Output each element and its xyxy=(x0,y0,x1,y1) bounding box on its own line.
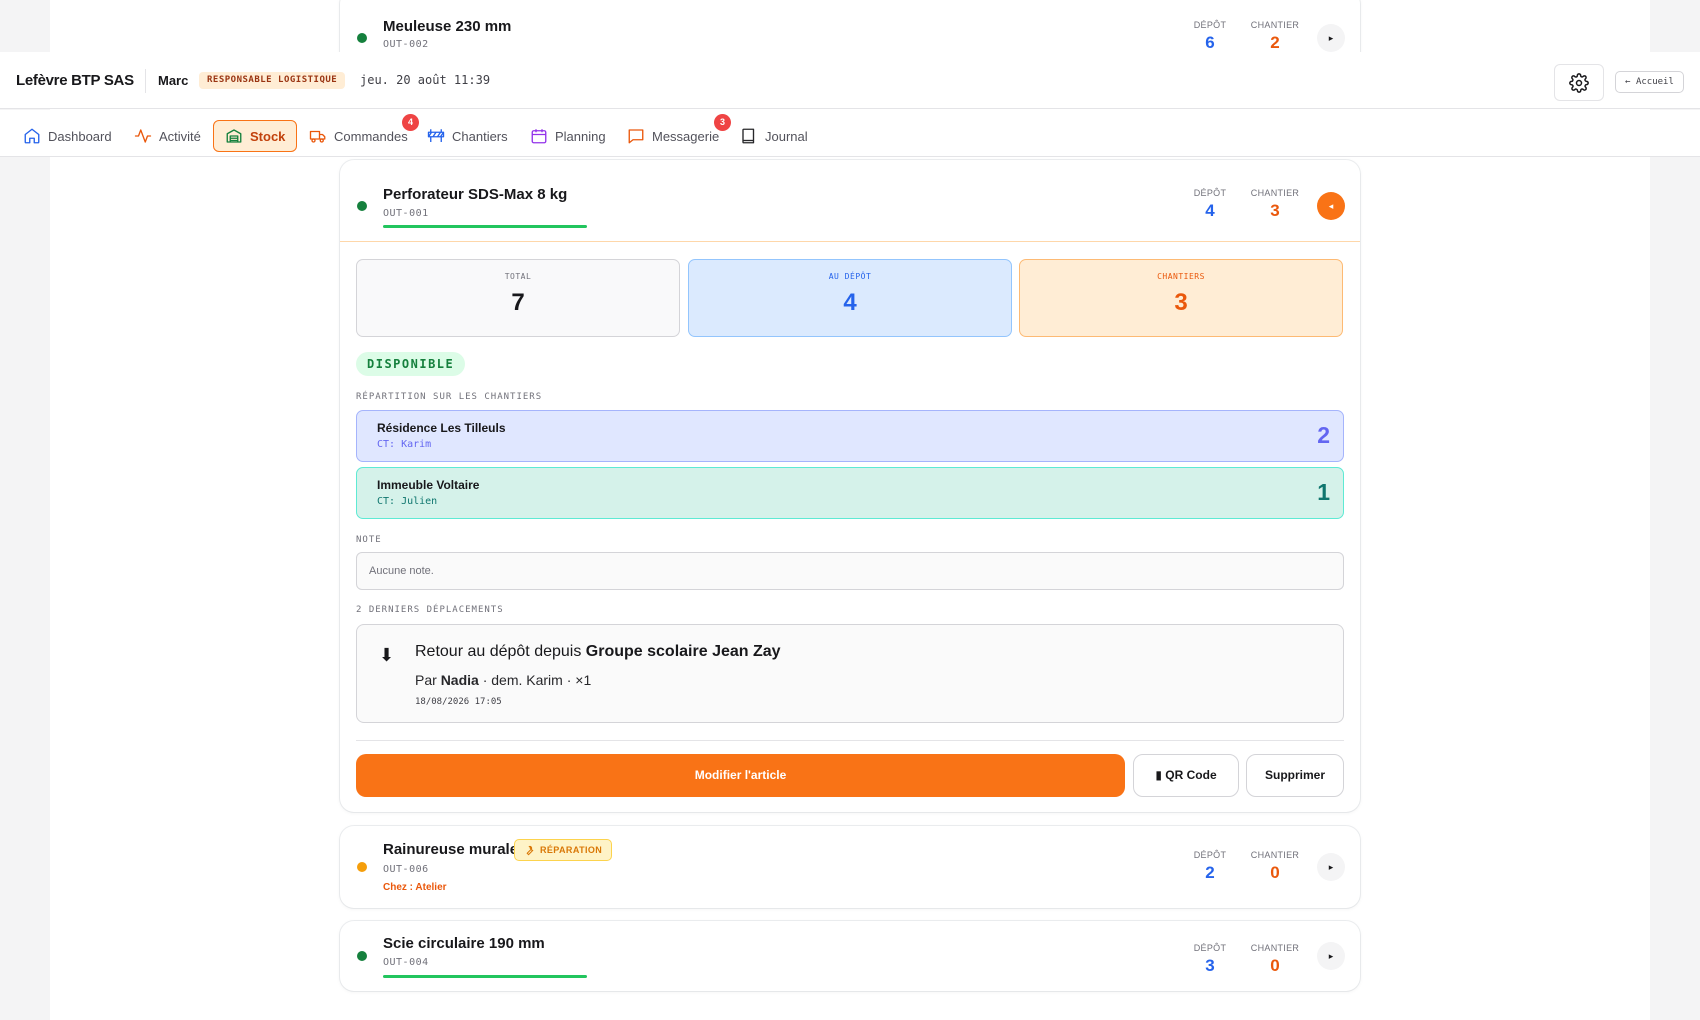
repair-badge: RÉPARATION xyxy=(514,839,613,861)
site-row[interactable]: Immeuble Voltaire CT: Julien 1 xyxy=(356,467,1344,519)
barrier-icon xyxy=(427,129,445,142)
play-icon: ▸ xyxy=(1328,861,1334,872)
arrow-down-icon: ⬇ xyxy=(379,645,395,665)
tab-chantiers[interactable]: Chantiers xyxy=(421,120,514,152)
divider xyxy=(145,69,146,93)
collapse-button[interactable]: ◂ xyxy=(1317,192,1345,220)
chantier-stat: CHANTIER 0 xyxy=(1250,943,1300,975)
movement-title: Retour au dépôt depuis Groupe scolaire J… xyxy=(415,643,781,660)
tab-activite[interactable]: Activité xyxy=(128,120,207,152)
depot-stat: DÉPÔT 6 xyxy=(1193,20,1227,52)
activity-icon xyxy=(134,129,152,143)
moves-heading: 2 DERNIERS DÉPLACEMENTS xyxy=(356,605,504,615)
divider xyxy=(356,740,1344,741)
warehouse-icon xyxy=(226,129,242,143)
item-name: Scie circulaire 190 mm xyxy=(383,935,545,952)
site-name: Immeuble Voltaire xyxy=(377,478,480,492)
kpi-chantiers: CHANTIERS 3 xyxy=(1019,259,1343,337)
item-name: Perforateur SDS-Max 8 kg xyxy=(383,186,568,203)
user-name: Marc xyxy=(158,73,189,88)
book-icon xyxy=(742,128,755,144)
edit-item-button[interactable]: Modifier l'article xyxy=(356,754,1125,797)
tab-planning[interactable]: Planning xyxy=(524,120,612,152)
home-button[interactable]: ← Accueil xyxy=(1615,71,1684,93)
depot-stat: DÉPÔT 2 xyxy=(1193,850,1227,882)
current-datetime: jeu. 20 août 11:39 xyxy=(360,73,491,87)
phone-icon: ▮ xyxy=(1155,768,1162,782)
availability-bar xyxy=(383,975,587,978)
item-location: Chez : Atelier xyxy=(383,882,447,893)
main-nav: Dashboard Activité Stock Commandes Chant… xyxy=(0,110,1700,157)
item-name: Meuleuse 230 mm xyxy=(383,18,512,35)
expand-button[interactable]: ▸ xyxy=(1317,853,1345,881)
delete-button[interactable]: Supprimer xyxy=(1246,754,1344,797)
expand-button[interactable]: ▸ xyxy=(1317,942,1345,970)
item-name: Rainureuse murale xyxy=(383,841,519,858)
company-name: Lefèvre BTP SAS xyxy=(16,72,134,89)
tab-commandes[interactable]: Commandes xyxy=(303,120,414,152)
depot-stat: DÉPÔT 3 xyxy=(1193,943,1227,975)
qr-code-button[interactable]: ▮ QR Code xyxy=(1133,754,1239,797)
depot-stat: DÉPÔT 4 xyxy=(1193,188,1227,220)
message-icon xyxy=(628,129,644,144)
tab-stock[interactable]: Stock xyxy=(213,120,298,152)
wrench-icon xyxy=(526,845,534,855)
caret-left-icon: ◂ xyxy=(1328,200,1334,211)
status-dot xyxy=(357,33,367,43)
tab-journal[interactable]: Journal xyxy=(734,120,814,152)
movement-date: 18/08/2026 17:05 xyxy=(415,697,502,707)
item-ref: OUT-001 xyxy=(383,208,429,219)
repartition-heading: RÉPARTITION SUR LES CHANTIERS xyxy=(356,392,543,402)
status-badge: DISPONIBLE xyxy=(356,352,466,376)
item-ref: OUT-006 xyxy=(383,864,429,875)
expand-button[interactable]: ▸ xyxy=(1317,24,1345,52)
calendar-icon xyxy=(531,129,547,144)
chantier-stat: CHANTIER 2 xyxy=(1250,20,1300,52)
commandes-count-badge: 4 xyxy=(402,114,419,131)
movement-by: Par Nadia · dem. Karim · ×1 xyxy=(415,672,592,688)
settings-button[interactable] xyxy=(1554,64,1604,101)
site-row[interactable]: Résidence Les Tilleuls CT: Karim 2 xyxy=(356,410,1344,462)
item-ref: OUT-002 xyxy=(383,39,429,50)
card-divider xyxy=(340,241,1360,242)
app-header: Lefèvre BTP SAS Marc RESPONSABLE LOGISTI… xyxy=(0,52,1700,109)
site-ct: CT: Karim xyxy=(377,439,432,450)
site-name: Résidence Les Tilleuls xyxy=(377,421,506,435)
item-ref: OUT-004 xyxy=(383,957,429,968)
note-heading: NOTE xyxy=(356,535,382,545)
kpi-depot: AU DÉPÔT 4 xyxy=(688,259,1012,337)
movement-entry: ⬇ Retour au dépôt depuis Groupe scolaire… xyxy=(356,624,1344,723)
play-icon: ▸ xyxy=(1328,32,1334,43)
play-icon: ▸ xyxy=(1328,950,1334,961)
availability-bar xyxy=(383,225,587,228)
status-dot xyxy=(357,951,367,961)
home-icon xyxy=(24,128,40,144)
site-count: 2 xyxy=(1317,422,1330,448)
gear-icon xyxy=(1569,72,1589,93)
truck-icon xyxy=(309,130,326,143)
status-dot xyxy=(357,201,367,211)
stock-item-card[interactable]: Scie circulaire 190 mm OUT-004 DÉPÔT 3 C… xyxy=(340,921,1360,991)
tab-dashboard[interactable]: Dashboard xyxy=(17,120,118,152)
chantier-stat: CHANTIER 3 xyxy=(1250,188,1300,220)
note-field[interactable]: Aucune note. xyxy=(356,552,1344,590)
site-count: 1 xyxy=(1317,479,1330,505)
kpi-total: TOTAL 7 xyxy=(356,259,680,337)
stock-item-card[interactable]: Rainureuse murale OUT-006 DÉPÔT 2 CHANTI… xyxy=(340,826,1360,908)
chantier-stat: CHANTIER 0 xyxy=(1250,850,1300,882)
site-ct: CT: Julien xyxy=(377,496,438,507)
role-badge: RESPONSABLE LOGISTIQUE xyxy=(199,72,346,89)
status-dot xyxy=(357,862,367,872)
messagerie-count-badge: 3 xyxy=(714,114,731,131)
tab-messagerie[interactable]: Messagerie xyxy=(621,120,725,152)
